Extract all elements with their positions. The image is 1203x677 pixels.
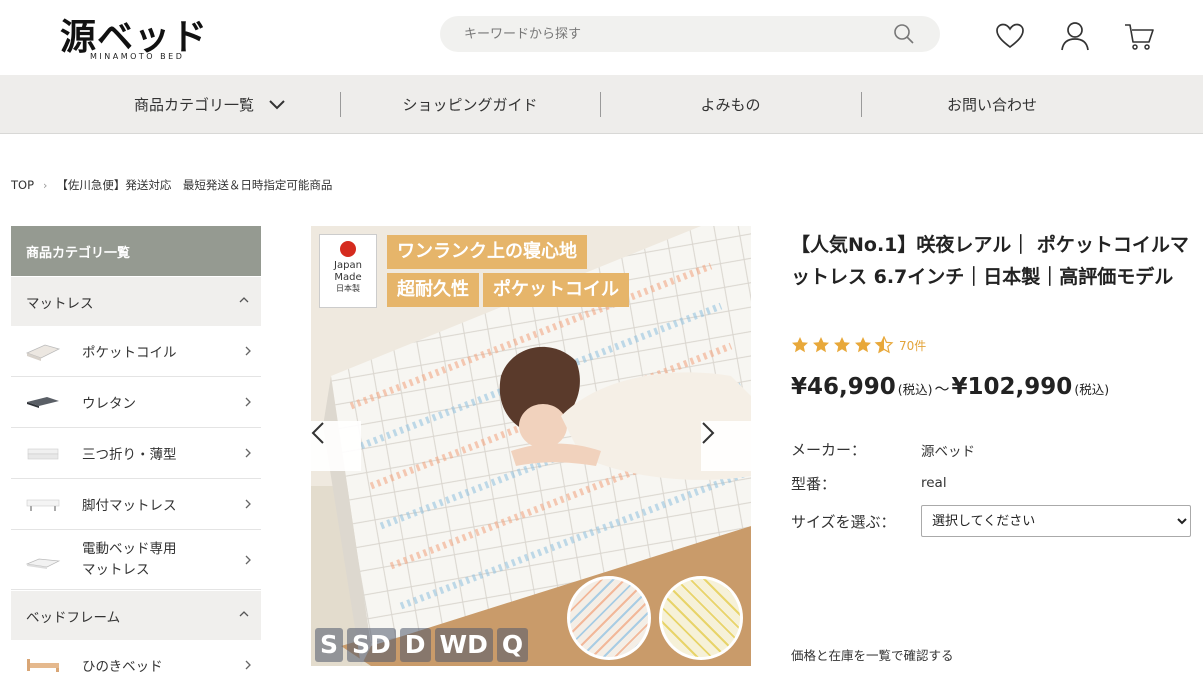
nav-item-contact[interactable]: お問い合わせ	[861, 75, 1123, 134]
chevron-right-icon	[245, 448, 251, 458]
size-label: Q	[496, 628, 529, 662]
japan-made-badge: Japan Made 日本製	[319, 234, 377, 308]
size-label: D	[399, 628, 431, 662]
breadcrumb-top[interactable]: TOP	[11, 178, 34, 192]
sidebar-section-label: マットレス	[26, 295, 94, 312]
electric-bed-mattress-icon	[25, 558, 61, 569]
sidebar-section-label: ベッドフレーム	[26, 609, 121, 626]
rating-stars-icon	[792, 336, 894, 354]
tax-label: (税込)	[1074, 382, 1110, 397]
nav-item-reading[interactable]: よみもの	[600, 75, 861, 134]
chevron-up-icon	[239, 297, 249, 303]
product-title: 【人気No.1】咲夜レアル｜ ポケットコイルマットレス 6.7インチ｜日本製｜高…	[791, 234, 1189, 288]
price-range: ¥46,990 (税込) ～ ¥102,990 (税込)	[791, 374, 1109, 400]
sidebar-item-label: ひのきベッド	[82, 659, 163, 675]
chevron-up-icon	[239, 611, 249, 617]
sidebar-item-pocket-coil[interactable]: ポケットコイル	[11, 326, 261, 377]
maker-label: メーカー：	[791, 441, 867, 459]
size-labels: S SD D WD Q	[315, 628, 529, 662]
badge-line1: Japan	[334, 260, 362, 271]
flag-icon	[340, 241, 356, 257]
price-separator: ～	[934, 380, 950, 398]
product-image-gallery[interactable]: Japan Made 日本製 ワンランク上の寝心地 超耐久性 ポケットコイル S…	[311, 226, 751, 666]
sidebar-item-trifold[interactable]: 三つ折り・薄型	[11, 428, 261, 479]
sidebar-item-urethane[interactable]: ウレタン	[11, 377, 261, 428]
nav-item-shopping-guide[interactable]: ショッピングガイド	[340, 75, 600, 134]
size-label: WD	[434, 628, 493, 662]
search-icon[interactable]	[893, 23, 915, 45]
size-select[interactable]: 選択してください	[921, 505, 1191, 537]
breadcrumb: TOP › 【佐川急便】発送対応 最短発送＆日時指定可能商品	[11, 177, 332, 193]
price-high: ¥102,990	[951, 374, 1073, 400]
sidebar-item-label: ウレタン	[82, 396, 136, 412]
nav-item-categories[interactable]: 商品カテゴリ一覧	[80, 75, 340, 134]
chevron-right-icon	[702, 422, 715, 444]
sidebar-item-legged-mattress[interactable]: 脚付マットレス	[11, 479, 261, 530]
sidebar-section-bed-frame[interactable]: ベッドフレーム	[11, 590, 261, 640]
price-low: ¥46,990	[791, 374, 896, 400]
product-rating[interactable]: 70件	[791, 336, 926, 354]
urethane-mattress-icon	[27, 397, 59, 408]
heart-icon[interactable]	[994, 20, 1026, 52]
size-label: S	[315, 628, 344, 662]
sidebar-section-mattress[interactable]: マットレス	[11, 276, 261, 326]
prev-slide-button[interactable]	[311, 421, 361, 471]
fabric-swatch-yellow	[659, 576, 743, 660]
sidebar-item-label-line2: マットレス	[82, 561, 150, 578]
sidebar-item-label: ポケットコイル	[82, 345, 177, 361]
site-header: 源ベッド MINAMOTO BED	[0, 0, 1203, 75]
chevron-right-icon	[245, 346, 251, 356]
chevron-down-icon	[269, 99, 285, 109]
user-icon[interactable]	[1059, 20, 1091, 52]
hinoki-bed-icon	[27, 659, 59, 672]
image-ribbon-pocket-coil: ポケットコイル	[483, 273, 629, 307]
nav-item-label: ショッピングガイド	[402, 96, 538, 114]
model-value: real	[921, 475, 947, 491]
breadcrumb-current: 【佐川急便】発送対応 最短発送＆日時指定可能商品	[56, 178, 333, 192]
chevron-right-icon	[245, 660, 251, 670]
sidebar-item-electric-bed-mattress[interactable]: 電動ベッド専用 マットレス	[11, 530, 261, 590]
review-count[interactable]: 70件	[899, 337, 926, 354]
legged-mattress-icon	[26, 499, 60, 511]
image-ribbon-durability: 超耐久性	[387, 273, 479, 307]
nav-item-label: よみもの	[700, 96, 761, 114]
sidebar-title: 商品カテゴリ一覧	[11, 226, 261, 276]
site-logo[interactable]: 源ベッド MINAMOTO BED	[60, 8, 210, 66]
size-select-label: サイズを選ぶ：	[791, 513, 896, 531]
trifold-mattress-icon	[27, 448, 59, 460]
chevron-right-icon	[245, 555, 251, 565]
tax-label: (税込)	[897, 382, 933, 397]
nav-item-label: 商品カテゴリ一覧	[133, 96, 254, 114]
image-ribbon-comfort: ワンランク上の寝心地	[387, 235, 587, 269]
search-bar	[440, 16, 940, 52]
fabric-swatch-pastel	[567, 576, 651, 660]
nav-item-label: お問い合わせ	[946, 96, 1037, 114]
main-nav: 商品カテゴリ一覧 ショッピングガイド よみもの お問い合わせ	[0, 75, 1203, 134]
stock-list-link[interactable]: 価格と在庫を一覧で確認する	[791, 645, 954, 664]
category-sidebar: 商品カテゴリ一覧 マットレス ポケットコイル ウレタン 三つ折り・薄型 脚付マッ…	[11, 226, 261, 677]
sidebar-item-label: 電動ベッド専用 マットレス	[82, 539, 177, 581]
sidebar-item-label: 脚付マットレス	[82, 498, 177, 514]
sidebar-item-label: 三つ折り・薄型	[82, 447, 177, 463]
maker-value: 源ベッド	[921, 444, 975, 460]
chevron-right-icon	[245, 397, 251, 407]
pocket-coil-mattress-icon	[25, 344, 61, 361]
badge-line3: 日本製	[336, 284, 360, 293]
sidebar-item-label-line1: 電動ベッド専用	[82, 540, 177, 557]
chevron-left-icon	[311, 422, 324, 444]
next-slide-button[interactable]	[701, 421, 751, 471]
logo-subtext: MINAMOTO BED	[90, 52, 185, 61]
cart-icon[interactable]	[1123, 20, 1155, 52]
sidebar-item-hinoki-bed[interactable]: ひのきベッド	[11, 640, 261, 677]
size-label: SD	[347, 628, 396, 662]
chevron-right-icon: ›	[43, 178, 48, 192]
search-input[interactable]	[464, 16, 884, 52]
chevron-right-icon	[245, 499, 251, 509]
badge-line2: Made	[334, 272, 362, 283]
model-label: 型番：	[791, 475, 837, 493]
